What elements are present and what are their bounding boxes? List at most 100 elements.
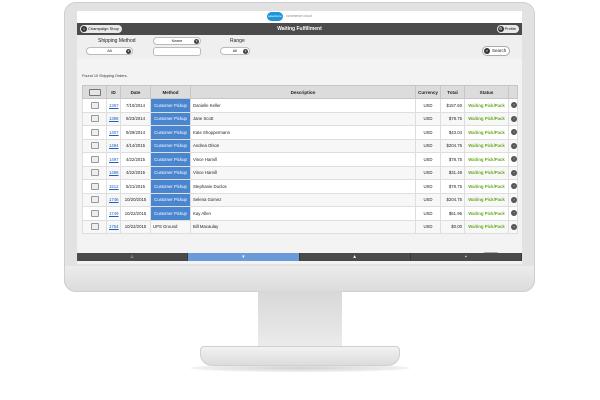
order-total: $31.49 xyxy=(440,165,465,180)
row-checkbox-cell[interactable] xyxy=(82,179,107,194)
col-header-currency[interactable]: Currency xyxy=(415,85,441,99)
order-id-link[interactable]: 1398 xyxy=(106,111,121,126)
table-row[interactable]: 1494 4/14/2015 Customer Pickup Andrea Olson… xyxy=(82,138,518,153)
row-checkbox[interactable] xyxy=(90,142,99,150)
row-checkbox[interactable] xyxy=(90,128,99,136)
row-checkbox[interactable] xyxy=(90,101,99,109)
order-description: Andrea Olson xyxy=(190,138,416,153)
range-select[interactable]: All ▾ xyxy=(220,47,250,55)
row-action-icon[interactable]: › xyxy=(511,223,517,230)
order-status: Waiting Pick/Pack xyxy=(464,192,509,207)
order-status: Waiting Pick/Pack xyxy=(464,165,509,180)
name-select[interactable]: Name ▾ xyxy=(153,37,201,45)
order-id-link[interactable]: 1749 xyxy=(106,206,121,221)
row-action-icon[interactable]: › xyxy=(511,196,517,203)
order-id-link[interactable]: 1498 xyxy=(106,165,121,180)
order-currency: USD xyxy=(415,206,441,221)
row-checkbox-cell[interactable] xyxy=(82,206,107,221)
row-checkbox[interactable] xyxy=(90,115,99,123)
row-action-cell[interactable]: › xyxy=(508,192,518,207)
col-header-description[interactable]: Description xyxy=(190,85,416,99)
order-date: 9/23/2014 xyxy=(120,111,151,126)
row-action-cell[interactable]: › xyxy=(508,98,518,113)
table-row[interactable]: 1749 10/22/2015 Customer Pickup Kay Allen US… xyxy=(82,206,518,221)
order-currency: USD xyxy=(415,192,441,207)
row-action-icon[interactable]: › xyxy=(511,102,517,109)
nav-print[interactable]: ▪ xyxy=(410,253,522,261)
row-action-cell[interactable]: › xyxy=(508,219,518,234)
profile-button[interactable]: ⚙ Profile xyxy=(496,25,519,33)
order-id-link[interactable]: 1512 xyxy=(106,179,121,194)
row-action-icon[interactable]: › xyxy=(511,169,517,176)
row-checkbox-cell[interactable] xyxy=(82,98,107,113)
col-header-total[interactable]: Total xyxy=(440,85,465,99)
row-checkbox-cell[interactable] xyxy=(82,219,107,234)
table-row[interactable]: 1746 10/20/2015 Customer Pickup Selena Gome… xyxy=(82,192,518,207)
row-action-cell[interactable]: › xyxy=(508,152,518,167)
search-button[interactable]: ⌕ Search xyxy=(482,46,510,56)
order-currency: USD xyxy=(415,98,441,113)
order-id-link[interactable]: 1367 xyxy=(106,98,121,113)
col-header-date[interactable]: Date xyxy=(120,85,151,99)
table-row[interactable]: 1498 4/22/2015 Customer Pickup Vince Hamill… xyxy=(82,165,518,180)
row-checkbox[interactable] xyxy=(90,223,99,231)
order-description: Selena Gomez xyxy=(190,192,416,207)
order-currency: USD xyxy=(415,152,441,167)
row-checkbox-cell[interactable] xyxy=(82,125,107,140)
row-checkbox-cell[interactable] xyxy=(82,138,107,153)
row-action-icon[interactable]: › xyxy=(511,142,517,149)
table-row[interactable]: 1367 7/10/2014 Customer Pickup Danielle Kel… xyxy=(82,98,518,113)
row-checkbox-cell[interactable] xyxy=(82,165,107,180)
row-action-icon[interactable]: › xyxy=(511,183,517,190)
table-row[interactable]: 1407 9/29/2014 Customer Pickup Kate Shopper… xyxy=(82,125,518,140)
row-checkbox-cell[interactable] xyxy=(82,111,107,126)
order-id-link[interactable]: 1746 xyxy=(106,192,121,207)
table-row[interactable]: 1398 9/23/2014 Customer Pickup Jane Scott US… xyxy=(82,111,518,126)
nav-alerts[interactable]: ▲ xyxy=(299,253,411,261)
row-checkbox-cell[interactable] xyxy=(82,152,107,167)
row-action-cell[interactable]: › xyxy=(508,111,518,126)
order-date: 9/29/2014 xyxy=(120,125,151,140)
shipping-method: Customer Pickup xyxy=(150,179,191,194)
row-checkbox[interactable] xyxy=(90,209,99,217)
row-checkbox[interactable] xyxy=(90,196,99,204)
select-all-checkbox[interactable] xyxy=(88,88,101,96)
row-checkbox[interactable] xyxy=(90,169,99,177)
col-header-method[interactable]: Method xyxy=(150,85,191,99)
chevron-down-icon: ▾ xyxy=(243,48,248,54)
row-action-cell[interactable]: › xyxy=(508,138,518,153)
order-date: 4/14/2015 xyxy=(120,138,151,153)
select-all-cell[interactable] xyxy=(82,85,107,99)
order-id-link[interactable]: 1494 xyxy=(106,138,121,153)
row-checkbox[interactable] xyxy=(90,182,99,190)
row-action-icon[interactable]: › xyxy=(511,129,517,136)
order-description: Kay Allen xyxy=(190,206,416,221)
shipping-method-select[interactable]: All ▾ xyxy=(86,47,133,55)
row-action-cell[interactable]: › xyxy=(508,206,518,221)
row-action-cell[interactable]: › xyxy=(508,165,518,180)
order-id-link[interactable]: 1407 xyxy=(106,125,121,140)
col-header-id[interactable]: ID xyxy=(106,85,121,99)
table-row[interactable]: 1512 5/21/2015 Customer Pickup Stephanie Du… xyxy=(82,179,518,194)
table-row[interactable]: 1754 10/22/2015 UPS Ground Bill Macaulay USD… xyxy=(82,219,518,234)
search-input[interactable] xyxy=(153,47,201,56)
shipping-method: Customer Pickup xyxy=(150,152,191,167)
row-action-cell[interactable]: › xyxy=(508,179,518,194)
row-action-icon[interactable]: › xyxy=(511,210,517,217)
row-action-icon[interactable]: › xyxy=(511,115,517,122)
order-description: Stephanie Duclos xyxy=(190,179,416,194)
row-checkbox[interactable] xyxy=(90,155,99,163)
row-checkbox-cell[interactable] xyxy=(82,192,107,207)
order-total: $157.50 xyxy=(440,98,465,113)
table-row[interactable]: 1497 4/22/2015 Customer Pickup Vince Hamill… xyxy=(82,152,518,167)
row-action-cell[interactable]: › xyxy=(508,125,518,140)
nav-fulfillment[interactable]: ▾ xyxy=(188,253,300,261)
order-id-link[interactable]: 1497 xyxy=(106,152,121,167)
row-action-icon[interactable]: › xyxy=(511,156,517,163)
order-currency: USD xyxy=(415,165,441,180)
col-header-status[interactable]: Status xyxy=(464,85,509,99)
order-currency: USD xyxy=(415,125,441,140)
order-id-link[interactable]: 1754 xyxy=(106,219,121,234)
nav-home[interactable]: ⌂ xyxy=(77,253,189,261)
order-description: Vince Hamill xyxy=(190,165,416,180)
